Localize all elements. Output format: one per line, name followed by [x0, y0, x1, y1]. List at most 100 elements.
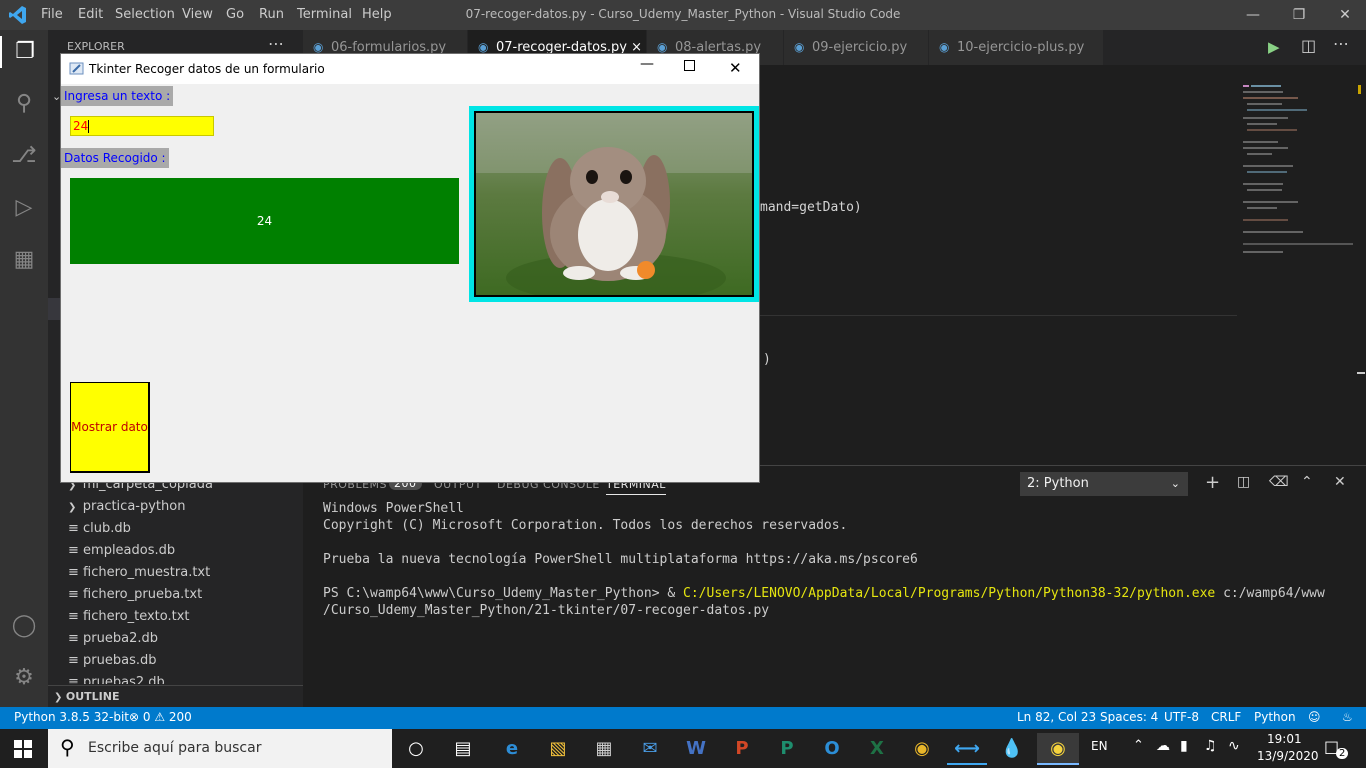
- store-icon[interactable]: ▦: [584, 733, 624, 765]
- tkinter-window: Tkinter Recoger datos de un formulario —…: [60, 53, 760, 483]
- account-icon[interactable]: ◯: [8, 610, 40, 642]
- explorer-item[interactable]: ≡ fichero_prueba.txt: [68, 584, 202, 606]
- publisher-icon[interactable]: P: [767, 733, 807, 765]
- result-label-title: Datos Recogido :: [61, 148, 169, 168]
- indentation[interactable]: Spaces: 4: [1100, 710, 1158, 724]
- terminal-line: Windows PowerShell: [323, 501, 464, 516]
- selected-row-highlight: [48, 298, 60, 320]
- settings-gear-icon[interactable]: ⚙: [8, 662, 40, 694]
- tray-chevron-icon[interactable]: ⌃: [1133, 738, 1144, 753]
- tab-09-ejercicio[interactable]: ◉ 09-ejercicio.py: [784, 30, 928, 65]
- more-actions-icon[interactable]: ⋯: [1333, 34, 1349, 53]
- tkinter-body: Ingresa un texto : 24 Datos Recogido : 2…: [61, 84, 759, 482]
- clock-time[interactable]: 19:01: [1267, 732, 1302, 746]
- explorer-icon[interactable]: ❐: [0, 36, 48, 68]
- language-mode[interactable]: Python: [1254, 710, 1296, 724]
- outlook-icon[interactable]: O: [812, 733, 852, 765]
- search-icon: ⚲: [60, 735, 75, 759]
- image-frame: [469, 106, 759, 302]
- result-display: 24: [70, 178, 459, 264]
- maximize-panel-icon[interactable]: ⌃: [1301, 474, 1313, 490]
- new-terminal-icon[interactable]: +: [1205, 472, 1220, 493]
- chrome-icon[interactable]: ◉: [902, 733, 942, 765]
- wifi-icon[interactable]: ∿: [1228, 738, 1240, 754]
- python-interpreter[interactable]: Python 3.8.5 32-bit: [14, 710, 129, 724]
- explorer-item[interactable]: ≡ pruebas.db: [68, 650, 157, 672]
- excel-icon[interactable]: X: [857, 733, 897, 765]
- file-icon: ≡: [68, 675, 84, 684]
- explorer-item[interactable]: ≡ pruebas2.db: [68, 672, 165, 684]
- file-icon: ≡: [68, 587, 84, 602]
- clock-date[interactable]: 13/9/2020: [1257, 749, 1319, 763]
- minimize-button[interactable]: —: [1230, 0, 1276, 30]
- encoding[interactable]: UTF-8: [1164, 710, 1199, 724]
- taskbar-search-box[interactable]: ⚲ Escribe aquí para buscar: [48, 729, 392, 768]
- tk-minimize-button[interactable]: —: [638, 56, 656, 72]
- input-label: Ingresa un texto :: [61, 86, 174, 106]
- explorer-more-icon[interactable]: ⋯: [268, 34, 284, 53]
- code-line: ): [763, 352, 771, 367]
- run-file-icon[interactable]: ▶: [1268, 38, 1280, 56]
- activity-bar: ❐ ⚲ ⎇ ▷ ▦ ◯ ⚙: [0, 30, 48, 707]
- file-explorer-icon[interactable]: ▧: [538, 733, 578, 765]
- powerpoint-icon[interactable]: P: [722, 733, 762, 765]
- cursor-position[interactable]: Ln 82, Col 23: [1017, 710, 1096, 724]
- trash-icon[interactable]: ⌫: [1269, 474, 1289, 490]
- tk-maximize-button[interactable]: [684, 60, 695, 71]
- explorer-item[interactable]: ❯ practica-python: [68, 496, 185, 518]
- split-terminal-icon[interactable]: ◫: [1237, 474, 1250, 490]
- language-indicator[interactable]: EN: [1091, 739, 1108, 753]
- close-button[interactable]: ✕: [1322, 0, 1366, 30]
- search-icon[interactable]: ⚲: [8, 88, 40, 120]
- python-taskbar-icon[interactable]: ◉: [1037, 733, 1079, 765]
- chevron-right-icon: ❯: [68, 502, 83, 513]
- tray-weather-icon[interactable]: ☁: [1156, 738, 1170, 754]
- run-debug-icon[interactable]: ▷: [8, 192, 40, 224]
- end-of-line[interactable]: CRLF: [1211, 710, 1241, 724]
- terminal-line: Copyright (C) Microsoft Corporation. Tod…: [323, 518, 848, 533]
- explorer-item[interactable]: ≡ empleados.db: [68, 540, 175, 562]
- vscode-titlebar: File Edit Selection View Go Run Terminal…: [0, 0, 1366, 30]
- paint3d-icon[interactable]: 💧: [992, 733, 1032, 765]
- mail-icon[interactable]: ✉: [630, 733, 670, 765]
- start-windows-icon[interactable]: [14, 740, 32, 758]
- outline-section[interactable]: ❯ OUTLINE: [48, 685, 303, 707]
- file-icon: ≡: [68, 543, 84, 558]
- notifications-bell-icon[interactable]: ♨: [1342, 710, 1353, 724]
- show-data-button[interactable]: Mostrar dato: [70, 382, 150, 473]
- split-editor-icon[interactable]: ◫: [1301, 36, 1316, 55]
- python-file-icon: ◉: [939, 40, 950, 54]
- cortana-icon[interactable]: ○: [396, 733, 436, 765]
- edge-icon[interactable]: e: [492, 733, 532, 765]
- problems-status[interactable]: ⊗ 0 ⚠ 200: [129, 710, 192, 724]
- battery-icon[interactable]: ▮: [1180, 738, 1188, 754]
- minimap[interactable]: [1243, 85, 1353, 265]
- explorer-item[interactable]: ≡ fichero_muestra.txt: [68, 562, 210, 584]
- text-entry[interactable]: 24: [70, 116, 214, 136]
- explorer-item[interactable]: ≡ prueba2.db: [68, 628, 158, 650]
- tkinter-titlebar: Tkinter Recoger datos de un formulario —…: [61, 54, 759, 84]
- volume-icon[interactable]: ♫: [1204, 738, 1217, 754]
- terminal-line: /Curso_Udemy_Master_Python/21-tkinter/07…: [323, 603, 770, 618]
- extensions-icon[interactable]: ▦: [8, 244, 40, 276]
- terminal-select[interactable]: 2: Python ⌄: [1020, 472, 1188, 496]
- scrollbar-marker[interactable]: [1358, 85, 1361, 94]
- notification-count-badge: 2: [1336, 748, 1349, 759]
- restore-button[interactable]: ❐: [1276, 0, 1322, 30]
- tab-10-ejercicio-plus[interactable]: ◉ 10-ejercicio-plus.py: [929, 30, 1103, 65]
- explorer-item[interactable]: ≡ fichero_texto.txt: [68, 606, 190, 628]
- editor-divider: [753, 315, 1237, 316]
- python-file-icon: ◉: [794, 40, 805, 54]
- text-cursor: [88, 120, 90, 133]
- tkinter-title: Tkinter Recoger datos de un formulario: [89, 62, 325, 76]
- explorer-item[interactable]: ≡ club.db: [68, 518, 131, 540]
- close-panel-icon[interactable]: ✕: [1334, 474, 1346, 490]
- vscode-taskbar-icon[interactable]: ⟷: [947, 733, 987, 765]
- status-bar: Python 3.8.5 32-bit ⊗ 0 ⚠ 200 Ln 82, Col…: [0, 707, 1366, 729]
- window-title: 07-recoger-datos.py - Curso_Udemy_Master…: [465, 7, 901, 21]
- source-control-icon[interactable]: ⎇: [8, 140, 40, 172]
- task-view-icon[interactable]: ▤: [443, 733, 483, 765]
- tk-close-button[interactable]: ✕: [729, 59, 742, 77]
- word-icon[interactable]: W: [676, 733, 716, 765]
- feedback-icon[interactable]: ☺: [1308, 710, 1321, 724]
